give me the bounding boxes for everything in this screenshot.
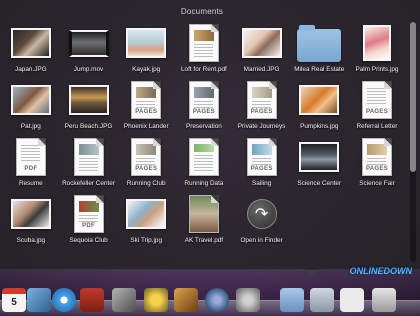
pages-document-icon: PAGES bbox=[246, 81, 277, 119]
stack-scrollbar[interactable] bbox=[410, 22, 416, 262]
system-preferences-icon[interactable] bbox=[236, 288, 260, 312]
stack-item-milea-real-estate[interactable]: Milea Real Estate bbox=[290, 22, 348, 79]
stack-item-label: Sequoia Club bbox=[69, 237, 108, 244]
pages-document-icon: PAGES bbox=[246, 138, 277, 176]
stack-grid: Japan.JPG Jump.mov Kayak.jpg Loft for Re… bbox=[2, 22, 406, 250]
stack-item-label: Pat.jpg bbox=[20, 123, 41, 130]
photo-thumbnail bbox=[299, 142, 340, 172]
stack-item-label: Sailing bbox=[252, 180, 272, 187]
stack-item-label: Loft for Rent.pdf bbox=[180, 66, 227, 73]
stack-item-pumpkins[interactable]: Pumpkins.jpg bbox=[290, 79, 348, 136]
stack-item-running-club[interactable]: PAGES Running Club bbox=[117, 136, 175, 193]
stack-item-label: Running Club bbox=[126, 180, 166, 187]
stack-item-private-journeys[interactable]: PAGES Private Journeys bbox=[233, 79, 291, 136]
pages-document-icon: PAGES bbox=[361, 81, 392, 119]
stack-item-label: Science Center bbox=[297, 180, 342, 187]
stack-item-label: Rockefeller Center bbox=[62, 180, 115, 187]
pdf-document-icon bbox=[188, 195, 219, 233]
stack-item-label: Kayak.jpg bbox=[132, 66, 161, 73]
pages-document-icon: PAGES bbox=[131, 138, 162, 176]
stack-item-label: Preservation bbox=[185, 123, 222, 130]
stack-item-scuba[interactable]: Scuba.jpg bbox=[2, 193, 60, 250]
itunes-icon[interactable] bbox=[52, 288, 76, 312]
stack-item-preservation[interactable]: PAGES Preservation bbox=[175, 79, 233, 136]
movie-thumbnail bbox=[68, 29, 109, 57]
stack-item-sailing[interactable]: PAGES Sailing bbox=[233, 136, 291, 193]
photo-thumbnail bbox=[362, 25, 391, 61]
downloads-stack-icon[interactable] bbox=[340, 288, 364, 312]
trash-icon[interactable] bbox=[372, 288, 396, 312]
photo-thumbnail bbox=[126, 199, 167, 229]
ical-icon[interactable]: 5 bbox=[2, 288, 26, 312]
stack-item-referral-letter[interactable]: PAGES Referral Letter bbox=[348, 79, 406, 136]
stack-item-sequoia-club[interactable]: PDF Sequoia Club bbox=[60, 193, 118, 250]
dock: 5 bbox=[0, 270, 420, 316]
stack-title: Documents bbox=[180, 7, 224, 16]
calendar-day-label: 5 bbox=[11, 297, 17, 308]
photo-thumbnail bbox=[10, 85, 51, 115]
pdf-document-icon: PDF bbox=[15, 138, 46, 176]
photo-thumbnail bbox=[10, 28, 51, 58]
folder-icon bbox=[297, 24, 342, 62]
document-icon bbox=[73, 138, 104, 176]
photo-booth-icon[interactable] bbox=[80, 288, 104, 312]
stack-item-label: Palm Prints.jpg bbox=[355, 66, 399, 73]
stack-item-ski-trip[interactable]: Ski Trip.jpg bbox=[117, 193, 175, 250]
stack-item-label: Referral Letter bbox=[356, 123, 398, 130]
photo-thumbnail bbox=[126, 28, 167, 58]
garageband-icon[interactable] bbox=[174, 288, 198, 312]
stack-item-phoenix-lander[interactable]: PAGES Phoenix Lander bbox=[117, 79, 175, 136]
stack-item-label: Ski Trip.jpg bbox=[130, 237, 163, 244]
stack-item-pat[interactable]: Pat.jpg bbox=[2, 79, 60, 136]
stack-item-label: Jump.mov bbox=[73, 66, 104, 73]
stack-item-palm-prints[interactable]: Palm Prints.jpg bbox=[348, 22, 406, 79]
stack-item-resume[interactable]: PDF Resume bbox=[2, 136, 60, 193]
pages-document-icon: PAGES bbox=[131, 81, 162, 119]
stack-item-label: Resume bbox=[18, 180, 43, 187]
arrow-curve-icon: ↷ bbox=[246, 199, 277, 229]
pdf-document-icon: PDF bbox=[73, 195, 104, 233]
iphoto-icon[interactable] bbox=[112, 288, 136, 312]
imovie-icon[interactable] bbox=[144, 288, 168, 312]
stack-item-science-fair[interactable]: PAGES Science Fair bbox=[348, 136, 406, 193]
stack-item-label: Married.JPG bbox=[243, 66, 280, 73]
stack-item-label: Phoenix Lander bbox=[123, 123, 169, 130]
pages-document-icon: PAGES bbox=[361, 138, 392, 176]
stack-item-rockefeller-center[interactable]: Rockefeller Center bbox=[60, 136, 118, 193]
open-in-finder-button[interactable]: ↷ Open in Finder bbox=[233, 193, 291, 250]
photo-thumbnail bbox=[299, 85, 340, 115]
preview-icon[interactable] bbox=[27, 288, 51, 312]
stack-item-label: Private Journeys bbox=[237, 123, 286, 130]
stack-item-label: Milea Real Estate bbox=[294, 66, 345, 73]
stack-item-label: AK Travel.pdf bbox=[184, 237, 224, 244]
pages-document-icon: PAGES bbox=[188, 81, 219, 119]
time-machine-icon[interactable] bbox=[205, 288, 229, 312]
applications-folder-icon[interactable] bbox=[280, 288, 304, 312]
stack-item-label: Scuba.jpg bbox=[16, 237, 46, 244]
stack-item-ak-travel[interactable]: AK Travel.pdf bbox=[175, 193, 233, 250]
stack-item-label: Pumpkins.jpg bbox=[300, 123, 339, 130]
photo-thumbnail bbox=[10, 199, 51, 229]
photo-thumbnail bbox=[68, 85, 109, 115]
stack-item-running-data[interactable]: Running Data bbox=[175, 136, 233, 193]
scrollbar-thumb[interactable] bbox=[410, 22, 416, 172]
numbers-document-icon bbox=[188, 138, 219, 176]
stack-item-married[interactable]: Married.JPG bbox=[233, 22, 291, 79]
stack-item-loft-for-rent[interactable]: Loft for Rent.pdf bbox=[175, 22, 233, 79]
documents-stack-icon[interactable] bbox=[310, 288, 334, 312]
stack-item-peru-beach[interactable]: Peru Beach.JPG bbox=[60, 79, 118, 136]
stack-item-jump[interactable]: Jump.mov bbox=[60, 22, 118, 79]
stack-item-label: Open in Finder bbox=[240, 237, 283, 244]
stack-item-kayak[interactable]: Kayak.jpg bbox=[117, 22, 175, 79]
stack-item-label: Running Data bbox=[184, 180, 224, 187]
stack-item-label: Peru Beach.JPG bbox=[64, 123, 113, 130]
photo-thumbnail bbox=[241, 28, 282, 58]
stack-item-label: Science Fair bbox=[359, 180, 395, 187]
stack-item-science-center[interactable]: Science Center bbox=[290, 136, 348, 193]
stack-item-japan[interactable]: Japan.JPG bbox=[2, 22, 60, 79]
pdf-document-icon bbox=[188, 24, 219, 62]
stack-item-label: Japan.JPG bbox=[15, 66, 47, 73]
documents-stack-window: Documents Japan.JPG Jump.mov Kayak.jpg L… bbox=[0, 0, 420, 270]
